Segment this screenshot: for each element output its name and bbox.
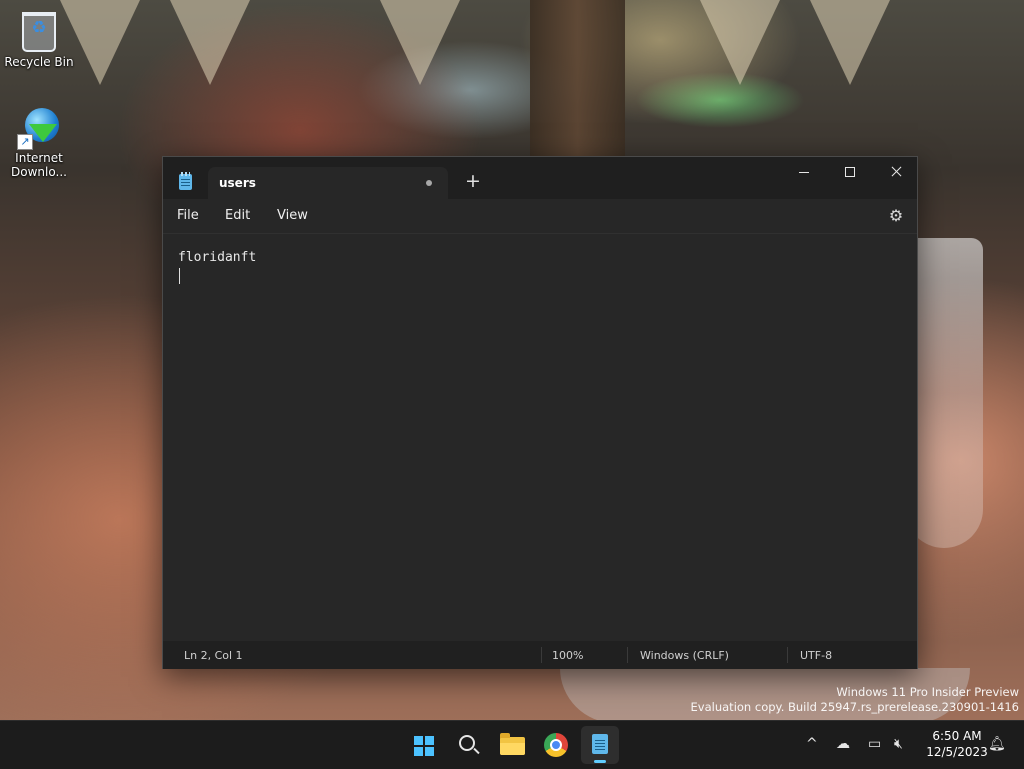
minimize-button[interactable] (781, 157, 827, 187)
system-clock[interactable]: 6:50 AM 12/5/2023 (918, 728, 996, 760)
idm-icon: ↗ (17, 108, 61, 150)
start-button[interactable] (405, 726, 443, 764)
clock-date: 12/5/2023 (926, 745, 988, 759)
zoom-level: 100% (552, 649, 584, 662)
notepad-app-icon (179, 172, 192, 190)
status-divider (627, 647, 628, 663)
desktop-icon-label: Internet Downlo... (11, 151, 67, 179)
chrome-icon (544, 733, 568, 757)
new-tab-button[interactable]: + (463, 171, 483, 191)
title-bar[interactable]: users + (163, 157, 917, 199)
cursor-position: Ln 2, Col 1 (184, 649, 243, 662)
network-icon[interactable]: ▭ (868, 735, 881, 753)
unsaved-changes-dot-icon[interactable] (426, 180, 432, 186)
taskbar-chrome[interactable] (537, 726, 575, 764)
windows-watermark: Windows 11 Pro Insider Preview Evaluatio… (691, 685, 1019, 715)
status-divider (787, 647, 788, 663)
menu-view[interactable]: View (277, 208, 308, 223)
taskbar-search-button[interactable] (449, 726, 487, 764)
desktop-icon-label: Recycle Bin (4, 55, 74, 69)
close-button[interactable] (873, 157, 919, 187)
search-icon (459, 735, 475, 751)
watermark-line-1: Windows 11 Pro Insider Preview (836, 685, 1019, 699)
text-editor[interactable]: floridanft (163, 233, 917, 638)
editor-line-1: floridanft (178, 250, 257, 265)
onedrive-offline-icon[interactable]: ☁ (836, 735, 850, 753)
tab-title: users (219, 176, 256, 190)
recycle-bin-icon: ♻ (22, 12, 56, 52)
taskbar-notepad[interactable] (581, 726, 619, 764)
notepad-icon (592, 734, 608, 754)
volume-muted-icon[interactable]: 🔇︎ (894, 735, 903, 753)
line-ending: Windows (CRLF) (640, 649, 729, 662)
desktop-icon-recycle-bin[interactable]: ♻ Recycle Bin (0, 12, 78, 69)
menu-bar: File Edit View ⚙ (163, 199, 917, 233)
status-divider (541, 647, 542, 663)
file-explorer-icon (500, 733, 525, 755)
encoding: UTF-8 (800, 649, 833, 662)
clock-time: 6:50 AM (932, 729, 982, 743)
tab-users[interactable]: users (208, 167, 448, 199)
taskbar-file-explorer[interactable] (493, 726, 531, 764)
desktop-icon-internet-download-manager[interactable]: ↗ Internet Downlo... (0, 108, 78, 179)
windows-start-icon (414, 736, 434, 756)
taskbar: ^ ☁ ▭ 🔇︎ 6:50 AM 12/5/2023 🔔︎ (0, 720, 1024, 769)
notification-bell-icon[interactable]: 🔔︎ (988, 736, 1006, 752)
watermark-line-2: Evaluation copy. Build 25947.rs_prerelea… (690, 700, 1019, 714)
text-caret (179, 268, 180, 284)
menu-file[interactable]: File (177, 208, 199, 223)
menu-edit[interactable]: Edit (225, 208, 250, 223)
maximize-button[interactable] (827, 157, 873, 187)
settings-gear-icon[interactable]: ⚙ (887, 207, 905, 225)
show-hidden-icons-chevron-icon[interactable]: ^ (806, 735, 818, 753)
status-bar: Ln 2, Col 1 100% Windows (CRLF) UTF-8 (163, 641, 917, 669)
notepad-window: users + File Edit View ⚙ floridanft Ln 2… (162, 156, 918, 669)
